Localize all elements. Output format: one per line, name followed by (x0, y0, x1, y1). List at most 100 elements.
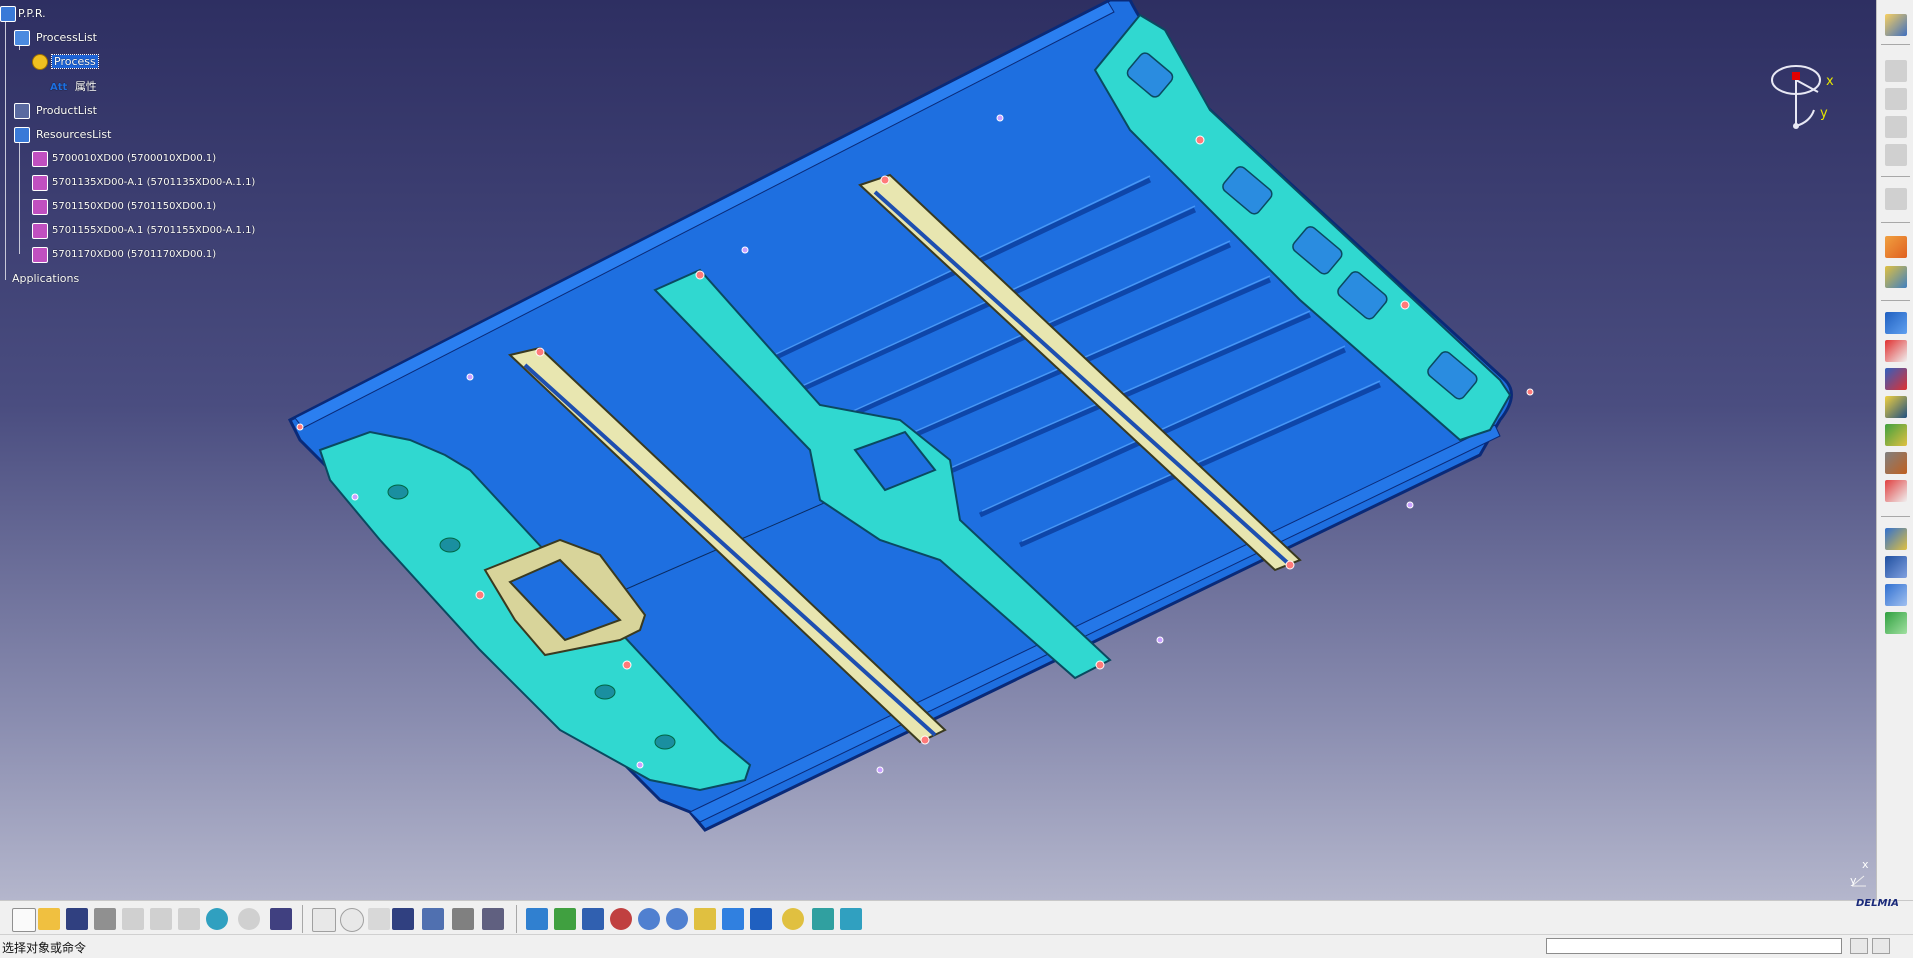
swap-visible-icon[interactable] (840, 908, 862, 930)
workbench-icon[interactable] (1885, 14, 1907, 36)
compass[interactable]: x y (1766, 58, 1836, 136)
attr-icon: Att (50, 82, 68, 93)
tree-node-resource[interactable]: 5701150XD00 (5701150XD00.1) (32, 199, 217, 215)
toolbar-separator (516, 905, 517, 933)
select-icon[interactable] (1885, 236, 1907, 258)
lock-icon[interactable] (452, 908, 474, 930)
mini-axis-y-label: y (1850, 874, 1857, 887)
pan-icon[interactable] (582, 908, 604, 930)
xml-import-icon[interactable] (1885, 368, 1907, 390)
resources-list-icon (14, 127, 30, 143)
tree-label: 5701150XD00 (5701150XD00.1) (52, 201, 217, 212)
tree-icon[interactable] (422, 908, 444, 930)
tool-a-icon[interactable] (1885, 60, 1907, 82)
tree-node-resource[interactable]: 5701135XD00-A.1 (5701135XD00-A.1.1) (32, 175, 256, 191)
formula-icon[interactable] (312, 908, 336, 932)
3d-viewport[interactable]: P.P.R. ProcessList Process Att 属性 Produc… (0, 0, 1876, 900)
command-input[interactable] (1546, 938, 1842, 954)
tree-label: 5701170XD00 (5701170XD00.1) (52, 249, 217, 260)
hierarchy-icon[interactable] (1885, 584, 1907, 606)
product-list-icon (14, 103, 30, 119)
delmia-logo: DELMIA (1856, 898, 1899, 909)
shading-icon[interactable] (782, 908, 804, 930)
table-icon[interactable] (392, 908, 414, 930)
new-icon[interactable] (12, 908, 36, 932)
paste-icon[interactable] (178, 908, 200, 930)
fly-icon[interactable] (526, 908, 548, 930)
comment-icon[interactable] (340, 908, 364, 932)
manipulate-icon[interactable] (1885, 266, 1907, 288)
resource-icon (32, 151, 48, 167)
resource-icon (32, 199, 48, 215)
mini-axis-x-label: x (1862, 858, 1869, 871)
tree-label: ProcessList (36, 31, 97, 44)
toolbar-separator (1881, 300, 1910, 301)
tree-node-resource[interactable]: 5700010XD00 (5700010XD00.1) (32, 151, 217, 167)
compass-x-label: x (1826, 74, 1834, 89)
fit-all-icon[interactable] (554, 908, 576, 930)
status-bar: 选择对象或命令 (0, 934, 1913, 958)
bottom-toolbar (0, 900, 1913, 935)
catalog-icon[interactable] (482, 908, 504, 930)
normal-view-icon[interactable] (694, 908, 716, 930)
tool-d-icon[interactable] (1885, 144, 1907, 166)
move-icon[interactable] (1885, 528, 1907, 550)
resource-icon[interactable] (1885, 424, 1907, 446)
tree-node-productlist[interactable]: ProductList (14, 103, 97, 119)
mini-axis: x y (1848, 858, 1872, 890)
process-icon (32, 54, 48, 70)
toolbar-separator (1881, 516, 1910, 517)
compass-icon (1771, 65, 1821, 129)
report-icon[interactable] (1885, 396, 1907, 418)
tree-label: Applications (12, 272, 80, 285)
specification-tree[interactable]: P.P.R. ProcessList Process Att 属性 Produc… (0, 0, 300, 290)
tree-node-attributes[interactable]: Att 属性 (50, 80, 97, 95)
xml-export-icon[interactable] (1885, 340, 1907, 362)
tool-e-icon[interactable] (1885, 188, 1907, 210)
tree-label: ResourcesList (36, 128, 112, 141)
tree-line (19, 136, 20, 254)
tree-node-resourceslist[interactable]: ResourcesList (14, 127, 112, 143)
zoom-out-icon[interactable] (666, 908, 688, 930)
toolbar-separator (1881, 176, 1910, 177)
process-icon[interactable] (1885, 312, 1907, 334)
undo-icon[interactable] (206, 908, 228, 930)
tree-node-applications[interactable]: Applications (6, 272, 79, 286)
tree-node-resource[interactable]: 5701155XD00-A.1 (5701155XD00-A.1.1) (32, 223, 256, 239)
rotate-icon[interactable] (610, 908, 632, 930)
hammer-icon[interactable] (1885, 452, 1907, 474)
tree-node-resource[interactable]: 5701170XD00 (5701170XD00.1) (32, 247, 217, 263)
cut-icon[interactable] (122, 908, 144, 930)
whats-this-icon[interactable] (270, 908, 292, 930)
tree-label: Process (51, 54, 99, 69)
knowledge-icon[interactable] (368, 908, 390, 930)
save-icon[interactable] (66, 908, 88, 930)
tree-node-process[interactable]: Process (32, 54, 99, 70)
tree-label: P.P.R. (18, 7, 46, 20)
command-options-button[interactable] (1850, 938, 1868, 954)
tree-label: 属性 (74, 80, 97, 93)
tree-label: 5701135XD00-A.1 (5701135XD00-A.1.1) (52, 177, 256, 188)
resource-icon (32, 175, 48, 191)
assembly-icon[interactable] (1885, 556, 1907, 578)
hide-show-icon[interactable] (812, 908, 834, 930)
print-icon[interactable] (94, 908, 116, 930)
resource-icon (32, 223, 48, 239)
link-icon[interactable] (1885, 480, 1907, 502)
tree-node-processlist[interactable]: ProcessList (14, 30, 97, 46)
redo-icon[interactable] (238, 908, 260, 930)
tree-label: 5701155XD00-A.1 (5701155XD00-A.1.1) (52, 225, 256, 236)
command-history-button[interactable] (1872, 938, 1890, 954)
tree-node-ppr[interactable]: P.P.R. (0, 6, 46, 22)
open-icon[interactable] (38, 908, 60, 930)
tool-c-icon[interactable] (1885, 116, 1907, 138)
iso-view-icon[interactable] (750, 908, 772, 930)
tool-b-icon[interactable] (1885, 88, 1907, 110)
tree-label: ProductList (36, 104, 97, 117)
check-icon[interactable] (1885, 612, 1907, 634)
zoom-in-icon[interactable] (638, 908, 660, 930)
copy-icon[interactable] (150, 908, 172, 930)
resource-icon (32, 247, 48, 263)
tree-label: 5700010XD00 (5700010XD00.1) (52, 153, 217, 164)
multi-view-icon[interactable] (722, 908, 744, 930)
